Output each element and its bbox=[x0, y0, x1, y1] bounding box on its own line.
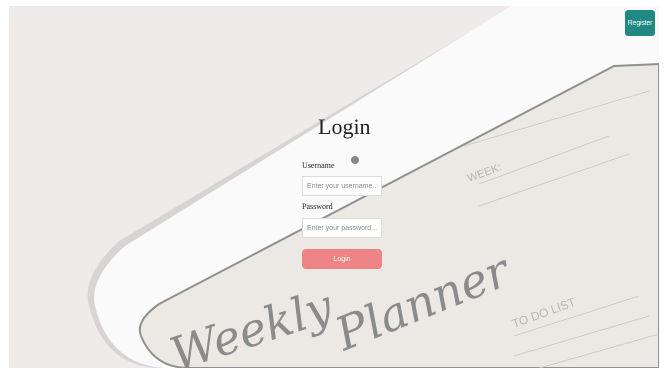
status-dot-icon bbox=[351, 156, 359, 164]
password-label: Password bbox=[302, 202, 333, 211]
password-input[interactable] bbox=[302, 218, 382, 238]
register-button[interactable]: Register bbox=[625, 10, 655, 36]
login-title: Login bbox=[318, 114, 371, 139]
username-label: Username bbox=[302, 161, 335, 170]
login-button[interactable]: Login bbox=[302, 249, 382, 269]
page-canvas: WEEK: TO DO LIST Weekly Planner Register… bbox=[9, 6, 659, 368]
username-input[interactable] bbox=[302, 176, 382, 196]
